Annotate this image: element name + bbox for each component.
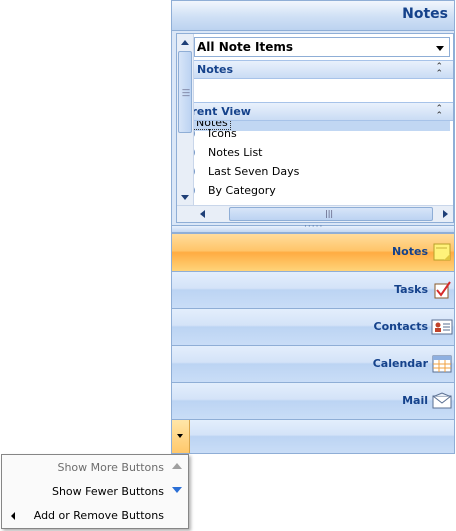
- horizontal-scroll-thumb[interactable]: |||: [229, 207, 433, 221]
- section-header-current-view[interactable]: rrent View ⌃ ⌃: [177, 102, 453, 121]
- folder-tree-content: All Note Items y Notes ⌃ ⌃ Notes rrent Vi…: [177, 34, 453, 206]
- view-option-label: Last Seven Days: [208, 165, 300, 178]
- nav-button-label: Mail: [402, 394, 428, 407]
- view-option-notes-list[interactable]: Notes List: [177, 145, 453, 163]
- collapse-chevron-icon[interactable]: ⌃ ⌃: [435, 63, 443, 79]
- menu-item-show-more-buttons[interactable]: Show More Buttons: [2, 456, 188, 480]
- section-header-label: rrent View: [186, 105, 251, 118]
- submenu-arrow-icon: [11, 512, 15, 520]
- horizontal-scrollbar[interactable]: |||: [177, 205, 453, 222]
- nav-button-label: Calendar: [372, 357, 428, 370]
- view-option-label: By Category: [208, 184, 276, 197]
- pane-splitter[interactable]: ·····: [172, 222, 454, 233]
- view-option-last-seven-days[interactable]: Last Seven Days: [177, 164, 453, 182]
- menu-item-show-fewer-buttons[interactable]: Show Fewer Buttons: [2, 480, 188, 504]
- collapse-chevron-icon[interactable]: ⌃ ⌃: [435, 105, 443, 121]
- menu-item-add-or-remove-buttons[interactable]: Add or Remove Buttons: [2, 504, 188, 528]
- view-option-label: Notes List: [208, 146, 263, 159]
- view-option-icons[interactable]: Icons: [177, 126, 453, 144]
- task-check-icon: [434, 281, 451, 299]
- nav-button-contacts[interactable]: Contacts: [172, 308, 454, 345]
- nav-button-notes[interactable]: Notes: [172, 233, 454, 271]
- nav-pane-header: Notes: [172, 1, 454, 31]
- folder-selector-value: All Note Items: [197, 40, 294, 54]
- folder-selector-dropdown[interactable]: All Note Items: [194, 37, 450, 57]
- nav-pane-overflow-bar: [172, 419, 454, 453]
- view-option-label: Icons: [208, 127, 237, 140]
- scroll-left-arrow-icon[interactable]: [200, 210, 205, 218]
- folder-tree-panel: All Note Items y Notes ⌃ ⌃ Notes rrent Vi…: [176, 33, 454, 223]
- arrow-up-icon: [172, 463, 182, 469]
- nav-button-calendar[interactable]: Calendar: [172, 345, 454, 382]
- grip-icon: — — —: [182, 85, 190, 100]
- dropdown-arrow-icon[interactable]: [436, 46, 444, 51]
- chevron-down-icon: [177, 434, 183, 438]
- navigation-pane: Notes All Note Items y Notes ⌃ ⌃ Notes rr…: [171, 0, 455, 454]
- grip-icon: |||: [325, 209, 334, 218]
- menu-item-label: Show More Buttons: [57, 461, 164, 474]
- view-option-by-category[interactable]: By Category: [177, 183, 453, 201]
- contact-card-icon: [431, 319, 453, 335]
- calendar-icon: [432, 355, 452, 373]
- nav-button-label: Notes: [391, 245, 428, 258]
- nav-button-label: Tasks: [394, 283, 428, 296]
- nav-pane-title: Notes: [402, 6, 448, 22]
- configure-buttons-button[interactable]: [172, 420, 190, 453]
- nav-button-tasks[interactable]: Tasks: [172, 271, 454, 308]
- configure-buttons-menu: Show More Buttons Show Fewer Buttons Add…: [1, 454, 189, 529]
- vertical-scrollbar[interactable]: — — —: [177, 34, 194, 206]
- splitter-grip: ·····: [304, 222, 324, 232]
- menu-item-label: Add or Remove Buttons: [33, 509, 164, 522]
- scroll-right-arrow-icon[interactable]: [443, 210, 448, 218]
- section-header-my-notes[interactable]: y Notes ⌃ ⌃: [177, 60, 453, 79]
- arrow-down-icon: [172, 487, 182, 493]
- scroll-up-arrow-icon[interactable]: [181, 40, 189, 45]
- menu-item-label: Show Fewer Buttons: [51, 485, 164, 498]
- nav-button-label: Contacts: [373, 320, 428, 333]
- vertical-scroll-thumb[interactable]: — — —: [178, 51, 192, 133]
- note-icon: [433, 243, 451, 261]
- mail-envelope-icon: [432, 392, 452, 409]
- nav-button-mail[interactable]: Mail: [172, 382, 454, 419]
- scroll-down-arrow-icon[interactable]: [181, 195, 189, 200]
